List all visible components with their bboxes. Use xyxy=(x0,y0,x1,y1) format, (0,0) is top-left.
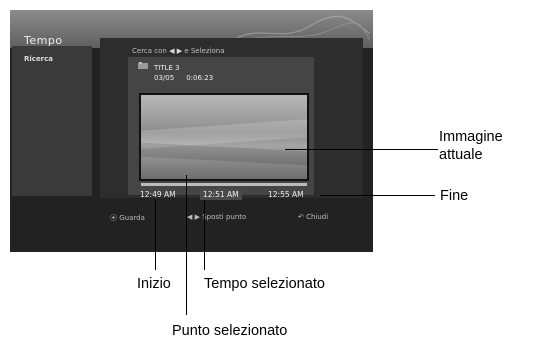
sidebar-item-ricerca[interactable]: Ricerca xyxy=(24,55,53,63)
hint-prefix: Cerca con xyxy=(132,47,167,55)
legend-move-point: ◀ ▶ Sposti punto xyxy=(187,213,247,221)
selected-time[interactable]: 12:51 AM xyxy=(200,189,242,200)
end-time: 12:55 AM xyxy=(268,190,304,199)
label-selected-point: Punto selezionato xyxy=(172,323,288,339)
label-start: Inizio xyxy=(137,276,171,292)
timeline-bar[interactable] xyxy=(141,183,307,186)
disc-title-icon xyxy=(138,62,148,69)
legend-watch: ⦿ Guarda xyxy=(110,214,145,222)
callout-line-start xyxy=(155,200,156,270)
start-time: 12:49 AM xyxy=(140,190,176,199)
arrow-left-right-icon: ◀ ▶ xyxy=(169,47,183,55)
label-end: Fine xyxy=(440,188,469,204)
label-current-image: Immagine attuale xyxy=(439,129,503,163)
current-image-preview xyxy=(139,93,309,181)
legend-close: ↶ Chiudi xyxy=(298,213,329,221)
navigation-hint: Cerca con ◀ ▶ e Seleziona xyxy=(132,47,225,55)
card-date: 03/05 xyxy=(154,74,175,82)
hint-suffix: e Seleziona xyxy=(184,47,225,55)
callout-line-current-image xyxy=(285,149,438,150)
callout-line-selected-time xyxy=(204,200,205,270)
sidebar: Ricerca xyxy=(12,46,92,196)
card-duration: 0:06:23 xyxy=(186,74,214,82)
card-meta: 03/05 0:06:23 xyxy=(154,74,213,82)
label-selected-time: Tempo selezionato xyxy=(204,276,325,292)
card-title: TITLE 3 xyxy=(154,64,180,72)
callout-line-selected-point xyxy=(186,175,187,315)
callout-line-end xyxy=(320,195,435,196)
